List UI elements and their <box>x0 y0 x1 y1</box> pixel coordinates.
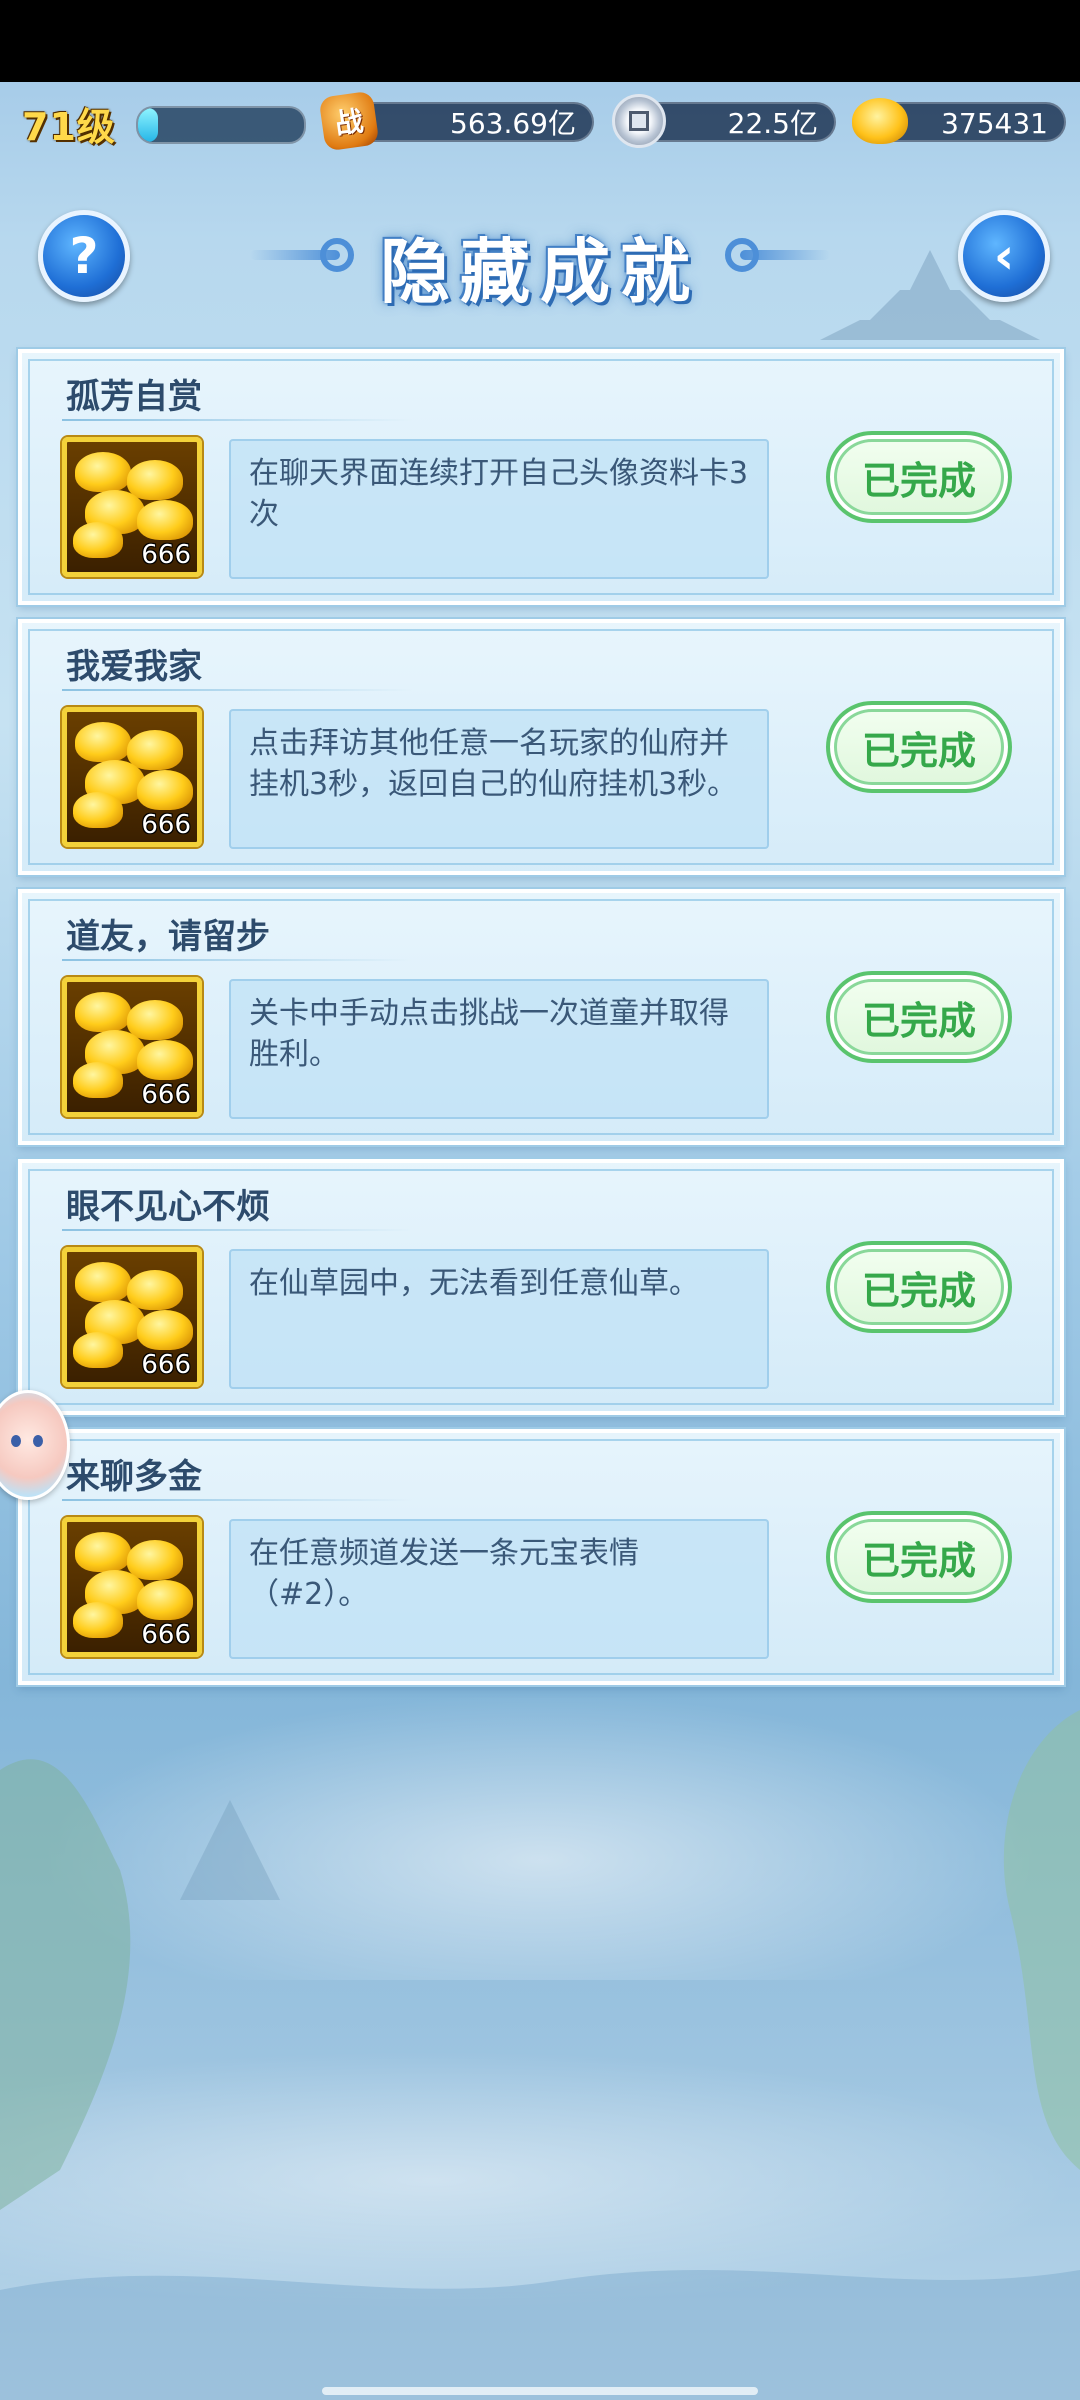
title-underline <box>62 1499 412 1501</box>
gold-ingot-icon <box>75 452 131 492</box>
reward-count: 666 <box>141 810 191 840</box>
copper-coin-icon <box>612 94 666 148</box>
achievement-description: 在任意频道发送一条元宝表情（#2）。 <box>229 1519 769 1659</box>
xp-progress-bar <box>136 106 306 144</box>
gold-ingot-icon <box>73 792 123 828</box>
achievement-title: 我爱我家 <box>66 647 202 687</box>
gold-ingot-icon <box>137 770 193 810</box>
gold-ingot-icon <box>127 1540 183 1580</box>
reward-item[interactable]: 666 <box>62 1247 202 1387</box>
achievement-description: 在聊天界面连续打开自己头像资料卡3次 <box>229 439 769 579</box>
completed-button[interactable]: 已完成 <box>826 1241 1012 1333</box>
gold-ingot-icon <box>127 1000 183 1040</box>
achievement-card: 眼不见心不烦 666 在仙草园中，无法看到任意仙草。 已完成 <box>18 1159 1064 1415</box>
home-indicator[interactable] <box>322 2387 758 2395</box>
reward-item[interactable]: 666 <box>62 707 202 847</box>
achievement-description: 点击拜访其他任意一名玩家的仙府并挂机3秒，返回自己的仙府挂机3秒。 <box>229 709 769 849</box>
back-button[interactable]: ‹ <box>958 210 1050 302</box>
achievement-description: 关卡中手动点击挑战一次道童并取得胜利。 <box>229 979 769 1119</box>
combat-power-icon: 战 <box>318 90 380 152</box>
gold-ingot-icon <box>127 730 183 770</box>
combat-power-value: 563.69亿 <box>340 102 594 142</box>
title-underline <box>62 959 412 961</box>
background-mist <box>0 1680 1080 1980</box>
background-mist <box>0 2050 1080 2310</box>
completed-button[interactable]: 已完成 <box>826 431 1012 523</box>
page-header: ? 隐藏成就 ‹ <box>0 200 1080 320</box>
resource-bar: 71级 563.69亿 战 22.5亿 375431 <box>0 86 1080 158</box>
achievement-title: 道友，请留步 <box>66 917 270 957</box>
gold-ingot-icon <box>75 992 131 1032</box>
gold-ingot-icon <box>73 1062 123 1098</box>
gold-ingot-icon <box>73 1602 123 1638</box>
status-bar <box>0 0 1080 82</box>
completed-button[interactable]: 已完成 <box>826 971 1012 1063</box>
gold-ingot-icon <box>75 1262 131 1302</box>
achievement-card: 道友，请留步 666 关卡中手动点击挑战一次道童并取得胜利。 已完成 <box>18 889 1064 1145</box>
gold-ingot-icon <box>127 460 183 500</box>
gold-ingot-icon <box>127 1270 183 1310</box>
page-title: 隐藏成就 <box>380 231 700 313</box>
reward-count: 666 <box>141 540 191 570</box>
achievement-card: 孤芳自赏 666 在聊天界面连续打开自己头像资料卡3次 已完成 <box>18 349 1064 605</box>
back-arrow-icon: ‹ <box>993 227 1015 285</box>
title-underline <box>62 1229 412 1231</box>
achievement-title: 眼不见心不烦 <box>66 1187 270 1227</box>
xp-progress-fill <box>138 108 158 142</box>
reward-item[interactable]: 666 <box>62 1517 202 1657</box>
gold-ingot-icon <box>75 722 131 762</box>
background-landscape <box>0 1710 1080 2400</box>
title-underline <box>62 419 412 421</box>
title-decoration-right <box>740 250 830 260</box>
reward-count: 666 <box>141 1350 191 1380</box>
achievement-card: 来聊多金 666 在任意频道发送一条元宝表情（#2）。 已完成 <box>18 1429 1064 1685</box>
achievement-title: 来聊多金 <box>66 1457 202 1497</box>
reward-count: 666 <box>141 1620 191 1650</box>
achievement-list: 孤芳自赏 666 在聊天界面连续打开自己头像资料卡3次 已完成 我爱我家 666… <box>18 349 1064 1699</box>
achievement-title: 孤芳自赏 <box>66 377 202 417</box>
reward-count: 666 <box>141 1080 191 1110</box>
gold-ingot-icon <box>852 98 908 144</box>
gold-ingot-icon <box>75 1532 131 1572</box>
achievement-card: 我爱我家 666 点击拜访其他任意一名玩家的仙府并挂机3秒，返回自己的仙府挂机3… <box>18 619 1064 875</box>
completed-button[interactable]: 已完成 <box>826 701 1012 793</box>
gold-ingot-icon <box>73 1332 123 1368</box>
gold-ingot-icon <box>137 1040 193 1080</box>
gold-ingot-icon <box>137 1580 193 1620</box>
gold-ingot-icon <box>137 500 193 540</box>
gold-ingot-icon <box>73 522 123 558</box>
player-level: 71级 <box>22 105 116 149</box>
reward-item[interactable]: 666 <box>62 437 202 577</box>
gold-ingot-icon <box>137 1310 193 1350</box>
completed-button[interactable]: 已完成 <box>826 1511 1012 1603</box>
achievement-description: 在仙草园中，无法看到任意仙草。 <box>229 1249 769 1389</box>
title-underline <box>62 689 412 691</box>
reward-item[interactable]: 666 <box>62 977 202 1117</box>
